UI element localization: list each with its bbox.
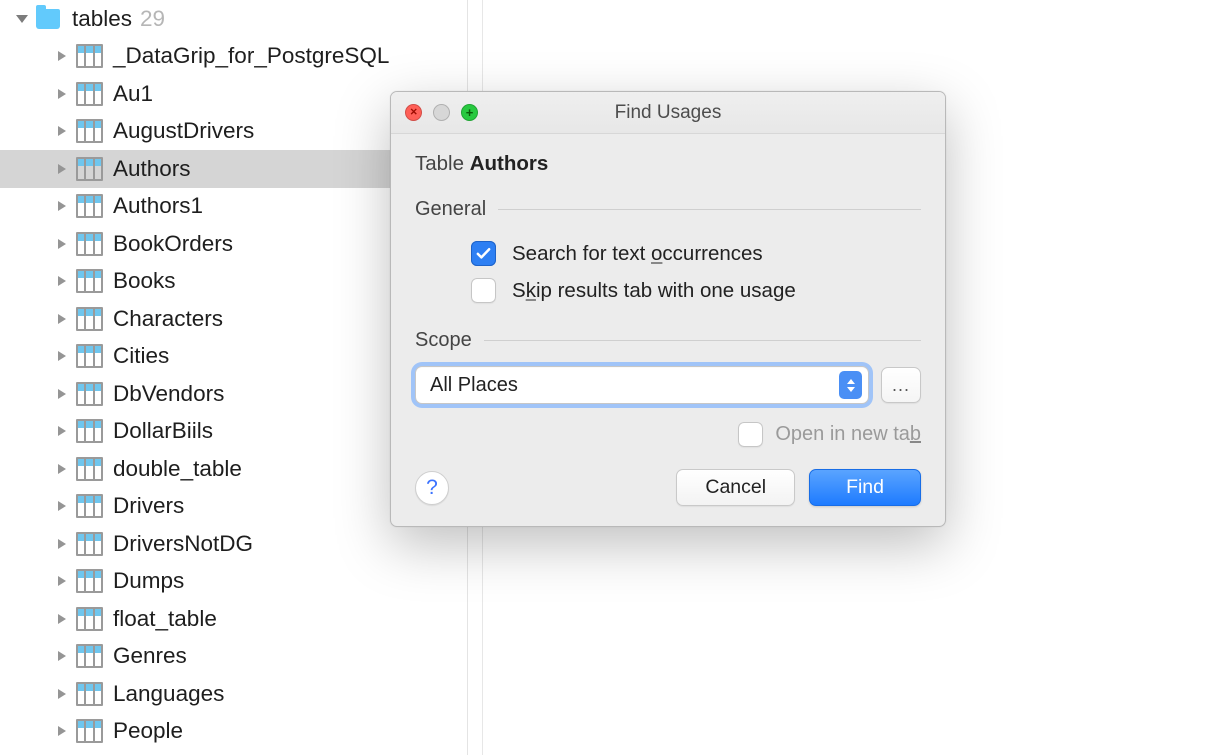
chevron-right-icon[interactable] [54, 273, 70, 289]
chevron-right-icon[interactable] [54, 461, 70, 477]
table-icon [76, 457, 103, 481]
cancel-button[interactable]: Cancel [676, 469, 795, 506]
option-open-in-new-tab[interactable]: Open in new tab [415, 422, 921, 447]
tree-item-label: Authors [113, 156, 191, 182]
chevron-right-icon[interactable] [54, 48, 70, 64]
chevron-down-icon[interactable] [14, 11, 30, 27]
checkbox-icon[interactable] [738, 422, 763, 447]
zoom-icon[interactable] [461, 104, 478, 121]
scope-more-button[interactable]: ... [881, 367, 921, 403]
table-icon [76, 419, 103, 443]
chevron-right-icon[interactable] [54, 236, 70, 252]
tree-item-label: AugustDrivers [113, 118, 254, 144]
minimize-icon [433, 104, 450, 121]
table-icon [76, 82, 103, 106]
folder-count: 29 [140, 6, 165, 32]
find-usages-dialog: Find Usages Table Authors General Search… [390, 91, 946, 527]
table-icon [76, 719, 103, 743]
table-icon [76, 44, 103, 68]
tree-item-label: double_table [113, 456, 242, 482]
checkbox-icon[interactable] [471, 241, 496, 266]
tree-item-label: DbVendors [113, 381, 224, 407]
subject-label: Table Authors [415, 152, 921, 176]
tree-item-label: Drivers [113, 493, 184, 519]
chevron-right-icon[interactable] [54, 573, 70, 589]
chevron-right-icon[interactable] [54, 423, 70, 439]
chevron-right-icon[interactable] [54, 686, 70, 702]
chevron-right-icon[interactable] [54, 648, 70, 664]
tree-item[interactable]: DriversNotDG [0, 525, 467, 563]
folder-label: tables [72, 6, 132, 32]
tree-item-label: Genres [113, 643, 187, 669]
chevron-right-icon[interactable] [54, 386, 70, 402]
table-icon [76, 682, 103, 706]
close-icon[interactable] [405, 104, 422, 121]
chevron-right-icon[interactable] [54, 723, 70, 739]
table-icon [76, 569, 103, 593]
general-section-header: General [415, 198, 921, 221]
tree-item-label: _DataGrip_for_PostgreSQL [113, 43, 389, 69]
table-icon [76, 382, 103, 406]
table-icon [76, 607, 103, 631]
tree-item-label: Dumps [113, 568, 184, 594]
option-search-text-occurrences[interactable]: Search for text occurrences [415, 235, 921, 272]
chevron-right-icon[interactable] [54, 498, 70, 514]
table-icon [76, 269, 103, 293]
scope-section-header: Scope [415, 329, 921, 352]
chevron-right-icon[interactable] [54, 161, 70, 177]
tree-item-label: Authors1 [113, 193, 203, 219]
tree-item-label: BookOrders [113, 231, 233, 257]
chevron-right-icon[interactable] [54, 311, 70, 327]
chevron-right-icon[interactable] [54, 86, 70, 102]
table-icon [76, 344, 103, 368]
option-label: Search for text occurrences [512, 242, 763, 266]
table-icon [76, 157, 103, 181]
titlebar[interactable]: Find Usages [391, 92, 945, 134]
scope-select[interactable]: All Places [415, 366, 869, 404]
tree-item[interactable]: _DataGrip_for_PostgreSQL [0, 38, 467, 76]
table-icon [76, 307, 103, 331]
tree-item[interactable]: Genres [0, 638, 467, 676]
tree-folder-tables[interactable]: tables 29 [0, 0, 467, 38]
tree-item-label: Books [113, 268, 176, 294]
table-icon [76, 494, 103, 518]
tree-item-label: Cities [113, 343, 169, 369]
tree-item[interactable]: People [0, 713, 467, 751]
table-icon [76, 194, 103, 218]
tree-item-label: float_table [113, 606, 217, 632]
scope-value: All Places [430, 374, 518, 397]
checkbox-icon[interactable] [471, 278, 496, 303]
tree-item-label: Languages [113, 681, 224, 707]
chevron-right-icon[interactable] [54, 611, 70, 627]
table-icon [76, 532, 103, 556]
table-icon [76, 644, 103, 668]
chevron-right-icon[interactable] [54, 348, 70, 364]
tree-item-label: DriversNotDG [113, 531, 253, 557]
tree-item[interactable]: float_table [0, 600, 467, 638]
chevron-right-icon[interactable] [54, 123, 70, 139]
tree-item-label: People [113, 718, 183, 744]
tree-item[interactable]: Dumps [0, 563, 467, 601]
option-label: Skip results tab with one usage [512, 279, 796, 303]
tree-item[interactable]: Languages [0, 675, 467, 713]
chevron-right-icon[interactable] [54, 198, 70, 214]
find-button[interactable]: Find [809, 469, 921, 506]
updown-icon[interactable] [839, 371, 862, 399]
folder-icon [36, 9, 60, 29]
tree-item-label: Characters [113, 306, 223, 332]
tree-item-label: DollarBiils [113, 418, 213, 444]
option-skip-results-tab[interactable]: Skip results tab with one usage [415, 272, 921, 309]
help-button[interactable]: ? [415, 471, 449, 505]
table-icon [76, 232, 103, 256]
window-controls [391, 104, 478, 121]
chevron-right-icon[interactable] [54, 536, 70, 552]
tree-item-label: Au1 [113, 81, 153, 107]
table-icon [76, 119, 103, 143]
